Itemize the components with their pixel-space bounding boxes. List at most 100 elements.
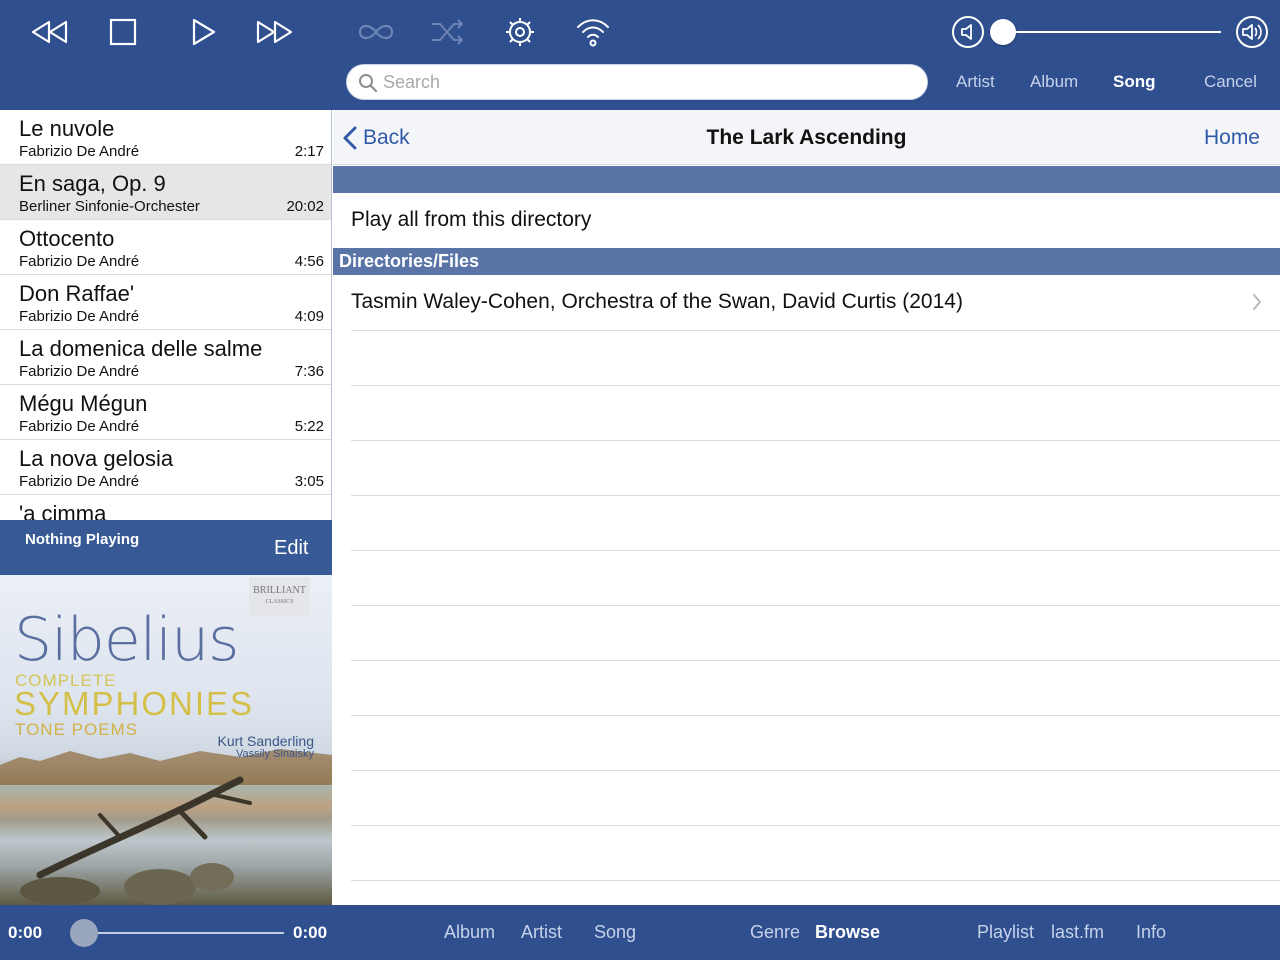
stop-icon xyxy=(109,18,137,46)
rewind-icon xyxy=(31,20,68,44)
row-separator xyxy=(351,660,1280,661)
volume-up-button[interactable] xyxy=(1230,12,1274,52)
song-title: La domenica delle salme xyxy=(19,336,263,361)
song-row[interactable]: 'a cimma xyxy=(0,495,331,520)
song-row[interactable]: Ottocento Fabrizio De André 4:56 xyxy=(0,220,331,275)
song-artist: Fabrizio De André xyxy=(19,253,140,270)
edit-button[interactable]: Edit xyxy=(274,537,308,560)
progress-track[interactable] xyxy=(84,932,284,934)
row-separator xyxy=(351,605,1280,606)
speaker-low-icon xyxy=(952,16,984,48)
song-duration: 4:56 xyxy=(294,253,324,270)
cancel-button[interactable]: Cancel xyxy=(1204,72,1257,92)
section-divider xyxy=(333,166,1280,193)
song-row[interactable]: En saga, Op. 9 Berliner Sinfonie-Orcheste… xyxy=(0,165,331,220)
play-icon xyxy=(192,18,216,46)
song-title: 'a cimma xyxy=(19,501,107,520)
repeat-icon xyxy=(358,24,394,40)
shuffle-button[interactable] xyxy=(426,12,470,52)
fast-forward-icon xyxy=(256,20,293,44)
record-label-logo: BRILLIANT CLASSICS xyxy=(249,577,310,617)
play-button[interactable] xyxy=(182,12,226,52)
time-total: 0:00 xyxy=(293,923,328,942)
now-playing-status: Nothing Playing xyxy=(25,531,140,548)
back-button[interactable]: Back xyxy=(343,124,410,152)
tab-song[interactable]: Song xyxy=(594,922,636,943)
song-row[interactable]: La nova gelosia Fabrizio De André 3:05 xyxy=(0,440,331,495)
scope-album[interactable]: Album xyxy=(1030,72,1078,92)
tab-lastfm[interactable]: last.fm xyxy=(1051,922,1104,943)
play-all-label: Play all from this directory xyxy=(351,208,592,231)
gear-icon xyxy=(506,18,534,46)
bottom-toolbar: 0:00 0:00 Album Artist Song Genre Browse… xyxy=(0,905,1280,960)
section-header-label: Directories/Files xyxy=(339,251,480,271)
song-title: Le nuvole xyxy=(19,116,115,141)
now-playing-bar: Nothing Playing Edit xyxy=(0,520,332,575)
tab-playlist[interactable]: Playlist xyxy=(977,922,1034,943)
tab-browse[interactable]: Browse xyxy=(815,922,880,943)
home-button[interactable]: Home xyxy=(1204,126,1260,150)
album-art-tone-poems: TONE POEMS xyxy=(15,720,139,739)
song-duration: 7:36 xyxy=(294,363,324,380)
song-title: Don Raffae' xyxy=(19,281,135,306)
song-row[interactable]: La domenica delle salme Fabrizio De André… xyxy=(0,330,331,385)
page-title: The Lark Ascending xyxy=(706,126,907,149)
song-artist: Fabrizio De André xyxy=(19,418,140,435)
row-separator xyxy=(351,715,1280,716)
repeat-button[interactable] xyxy=(354,12,398,52)
directory-label: Tasmin Waley-Cohen, Orchestra of the Swa… xyxy=(351,290,963,313)
volume-down-button[interactable] xyxy=(946,12,990,52)
song-row[interactable]: Don Raffae' Fabrizio De André 4:09 xyxy=(0,275,331,330)
play-all-row[interactable]: Play all from this directory xyxy=(333,193,1280,248)
tab-artist[interactable]: Artist xyxy=(521,922,562,943)
section-header: Directories/Files xyxy=(333,248,1280,275)
volume-track[interactable] xyxy=(1003,31,1221,33)
song-list: Le nuvole Fabrizio De André 2:17 En saga, O… xyxy=(0,110,332,520)
search-input[interactable] xyxy=(383,69,913,95)
fast-forward-button[interactable] xyxy=(252,12,296,52)
song-title: Ottocento xyxy=(19,226,115,251)
song-artist: Berliner Sinfonie-Orchester xyxy=(19,198,200,215)
chevron-right-icon xyxy=(1253,294,1261,310)
tab-album[interactable]: Album xyxy=(444,922,495,943)
song-artist: Fabrizio De André xyxy=(19,473,140,490)
row-separator xyxy=(351,825,1280,826)
scope-song[interactable]: Song xyxy=(1113,72,1156,92)
volume-slider-knob[interactable] xyxy=(990,19,1016,45)
song-duration: 3:05 xyxy=(294,473,324,490)
row-separator xyxy=(351,385,1280,386)
song-title: Mégu Mégun xyxy=(19,391,148,416)
album-art-symphonies: SYMPHONIES xyxy=(14,685,255,722)
wifi-icon xyxy=(577,19,609,47)
top-toolbar: Artist Album Song Cancel xyxy=(0,0,1280,110)
song-duration: 20:02 xyxy=(286,198,324,215)
tab-genre[interactable]: Genre xyxy=(750,922,800,943)
tab-info[interactable]: Info xyxy=(1136,922,1166,943)
navigation-bar: Back The Lark Ascending Home xyxy=(333,110,1280,165)
row-separator xyxy=(351,880,1280,881)
album-art-title: Sibelius xyxy=(14,605,239,675)
back-label: Back xyxy=(363,126,410,149)
rewind-button[interactable] xyxy=(28,12,72,52)
search-box[interactable] xyxy=(346,64,928,100)
directory-row[interactable]: Tasmin Waley-Cohen, Orchestra of the Swa… xyxy=(333,275,1280,330)
song-duration: 5:22 xyxy=(294,418,324,435)
wifi-button[interactable] xyxy=(571,12,615,52)
song-duration: 2:17 xyxy=(294,143,324,160)
row-separator xyxy=(351,440,1280,441)
settings-button[interactable] xyxy=(498,12,542,52)
search-icon xyxy=(359,74,378,93)
stop-button[interactable] xyxy=(101,12,145,52)
scope-artist[interactable]: Artist xyxy=(956,72,995,92)
song-row[interactable]: Mégu Mégun Fabrizio De André 5:22 xyxy=(0,385,331,440)
progress-slider-knob[interactable] xyxy=(70,919,98,947)
album-art-conductor: Kurt Sanderling xyxy=(217,733,314,749)
speaker-high-icon xyxy=(1236,16,1268,48)
row-separator xyxy=(351,550,1280,551)
song-row[interactable]: Le nuvole Fabrizio De André 2:17 xyxy=(0,110,331,165)
shuffle-icon xyxy=(432,19,464,45)
album-art-conductor: Vassily Sinaisky xyxy=(235,748,314,760)
song-artist: Fabrizio De André xyxy=(19,143,140,160)
row-separator xyxy=(351,495,1280,496)
song-artist: Fabrizio De André xyxy=(19,363,140,380)
